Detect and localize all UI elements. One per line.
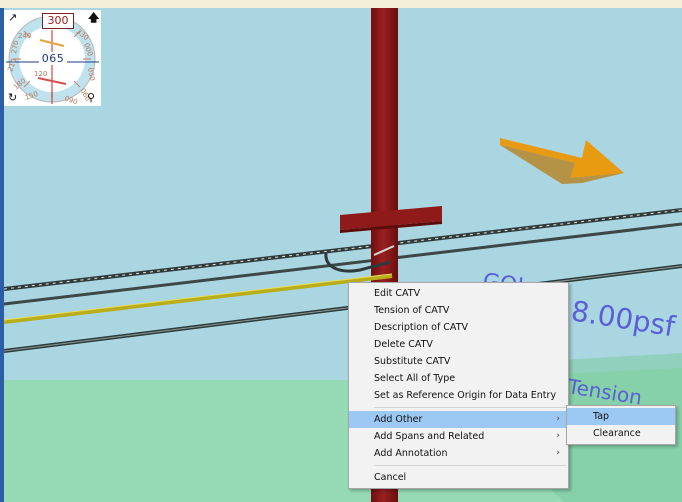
submenu-item-tap[interactable]: Tap [567, 408, 675, 425]
add-other-submenu: Tap Clearance [566, 405, 676, 445]
menu-item-label: Add Annotation [374, 448, 448, 459]
submenu-arrow-icon: › [556, 431, 560, 441]
menu-item-delete-catv[interactable]: Delete CATV [349, 336, 568, 353]
menu-item-label: Substitute CATV [374, 356, 451, 367]
zoom-icon[interactable]: ⚲ [87, 92, 95, 104]
compass-widget[interactable]: 240 210 180 150 120 090 060 030 000 330 … [4, 10, 101, 106]
menu-item-add-annotation[interactable]: Add Annotation › [349, 445, 568, 462]
rotate-icon[interactable]: ↻ [8, 92, 17, 104]
menu-separator [374, 465, 566, 466]
menu-item-label: Clearance [593, 428, 641, 439]
context-menu: Edit CATV Tension of CATV Description of… [348, 282, 569, 489]
menu-item-label: Add Spans and Related [374, 431, 485, 442]
submenu-arrow-icon: › [556, 448, 560, 458]
menu-item-label: Delete CATV [374, 339, 433, 350]
menu-item-tension-of-catv[interactable]: Tension of CATV [349, 302, 568, 319]
menu-separator [374, 407, 566, 408]
menu-item-set-reference-origin[interactable]: Set as Reference Origin for Data Entry [349, 387, 568, 404]
menu-item-label: Select All of Type [374, 373, 456, 384]
menu-item-label: Add Other [374, 414, 423, 425]
azimuth-readout[interactable]: 065 [39, 52, 67, 65]
menu-item-label: Set as Reference Origin for Data Entry [374, 390, 557, 401]
menu-item-label: Tension of CATV [374, 305, 450, 316]
menu-item-add-spans-and-related[interactable]: Add Spans and Related › [349, 428, 568, 445]
menu-item-cancel[interactable]: Cancel [349, 469, 568, 486]
compass-tick-120: 120 [34, 70, 47, 78]
compass-tick-240: 240 [18, 32, 31, 40]
menu-item-select-all-of-type[interactable]: Select All of Type [349, 370, 568, 387]
menu-item-edit-catv[interactable]: Edit CATV [349, 285, 568, 302]
heading-readout[interactable]: 300 [42, 13, 74, 29]
menu-item-label: Description of CATV [374, 322, 468, 333]
pin-icon[interactable]: ↗ [8, 12, 17, 24]
menu-item-label: Cancel [374, 472, 407, 483]
submenu-item-clearance[interactable]: Clearance [567, 425, 675, 442]
menu-item-substitute-catv[interactable]: Substitute CATV [349, 353, 568, 370]
menu-item-add-other[interactable]: Add Other › [349, 411, 568, 428]
menu-item-description-of-catv[interactable]: Description of CATV [349, 319, 568, 336]
north-arrow-icon[interactable]: 🡅 [88, 12, 99, 24]
submenu-arrow-icon: › [556, 414, 560, 424]
menu-item-label: Tap [593, 411, 610, 422]
menu-item-label: Edit CATV [374, 288, 421, 299]
